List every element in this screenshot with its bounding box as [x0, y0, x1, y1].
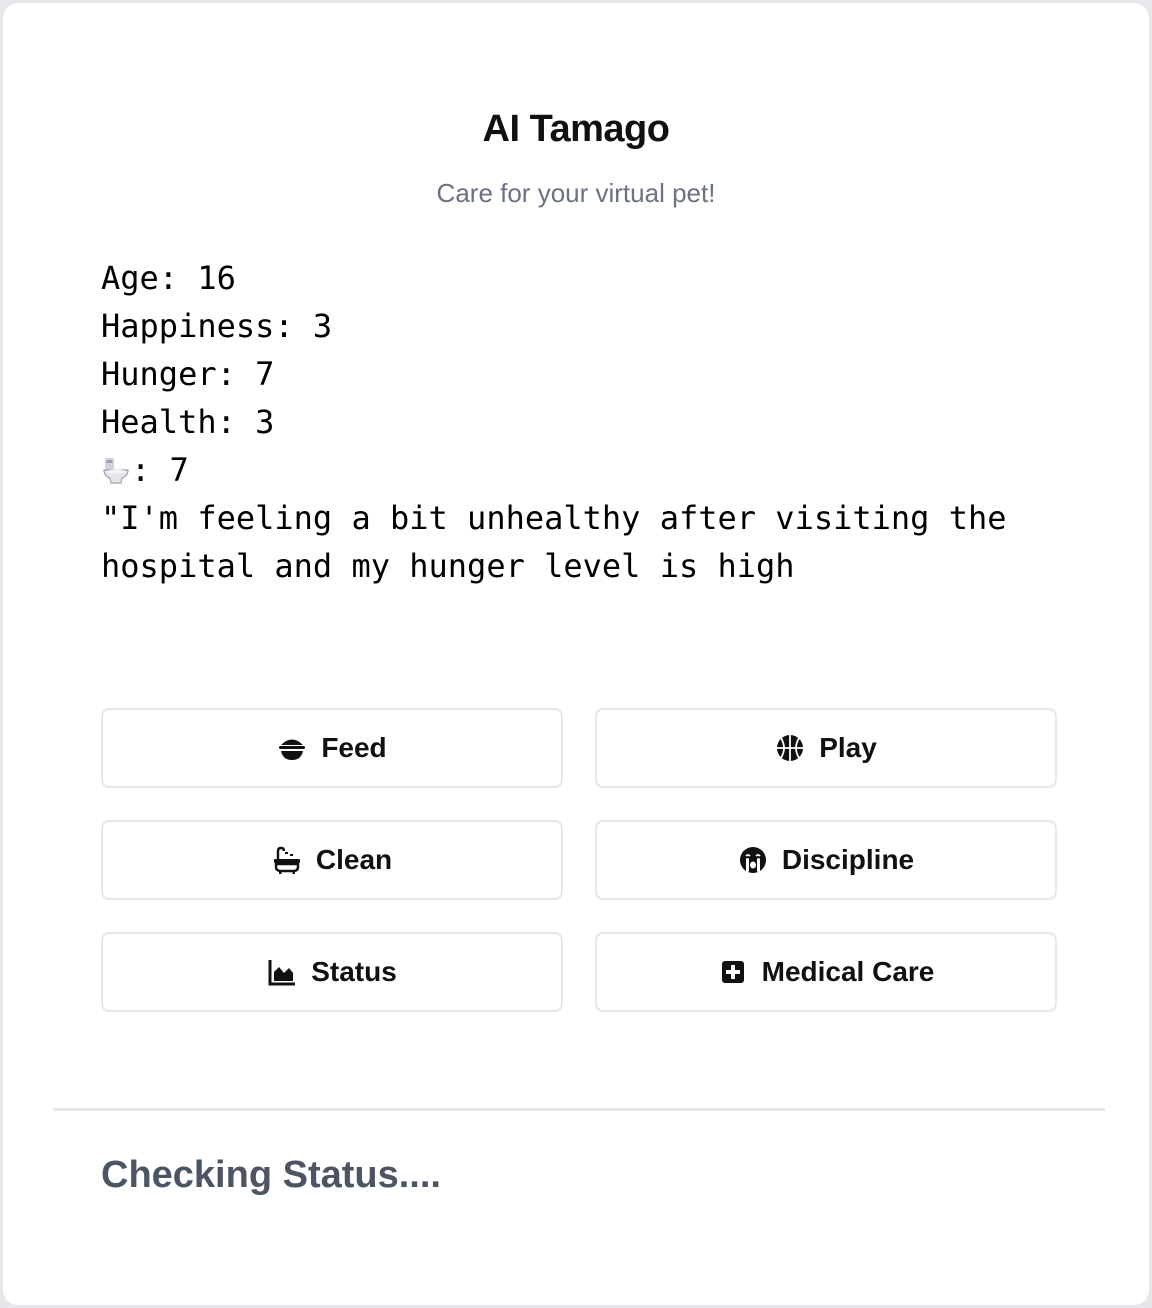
poop-value: : 7 — [131, 451, 189, 489]
status-message: Checking Status.... — [101, 1154, 441, 1196]
pet-message: "I'm feeling a bit unhealthy after visit… — [101, 499, 1026, 585]
clean-label: Clean — [315, 844, 393, 875]
pet-status-readout: Age: 16 Happiness: 3 Hunger: 7 Health: 3… — [101, 254, 1061, 590]
feed-button[interactable]: Feed — [101, 708, 563, 788]
feed-label: Feed — [321, 732, 387, 763]
toilet-icon — [101, 450, 131, 484]
discipline-button[interactable]: Discipline — [595, 820, 1057, 900]
medical-care-button[interactable]: Medical Care — [595, 932, 1057, 1012]
pet-card: AI Tamago Care for your virtual pet! Age… — [2, 2, 1150, 1306]
hunger-line: Hunger: 7 — [101, 355, 275, 393]
discipline-label: Discipline — [781, 844, 915, 875]
medical-care-label: Medical Care — [761, 956, 935, 987]
status-button[interactable]: Status — [101, 932, 563, 1012]
basketball-icon — [775, 733, 805, 763]
app-title: AI Tamago — [482, 108, 670, 150]
age-line: Age: 16 — [101, 259, 236, 297]
status-label: Status — [311, 956, 397, 987]
play-label: Play — [819, 732, 877, 763]
medical-kit-icon — [718, 957, 748, 987]
bath-icon — [272, 845, 302, 875]
bowl-icon — [277, 733, 307, 763]
health-line: Health: 3 — [101, 403, 275, 441]
crying-face-icon — [738, 845, 768, 875]
area-chart-icon — [267, 957, 297, 987]
divider — [53, 1108, 1105, 1111]
app-subtitle: Care for your virtual pet! — [436, 178, 716, 208]
clean-button[interactable]: Clean — [101, 820, 563, 900]
happiness-line: Happiness: 3 — [101, 307, 333, 345]
play-button[interactable]: Play — [595, 708, 1057, 788]
